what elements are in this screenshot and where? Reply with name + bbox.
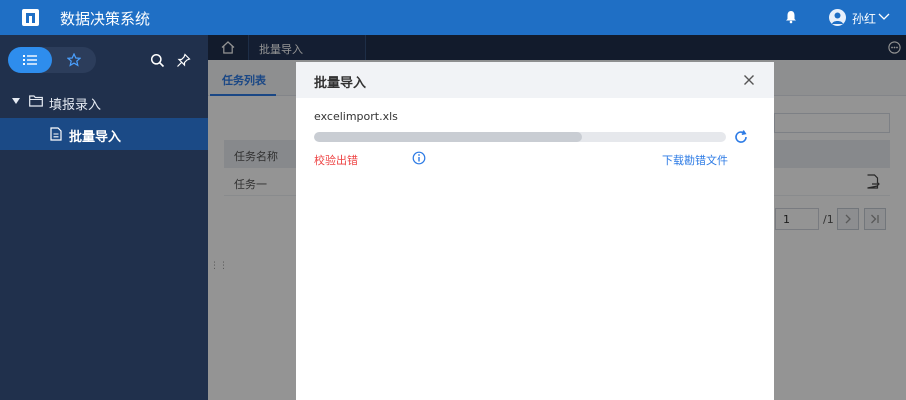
logo-icon — [22, 9, 39, 26]
file-name: excelimport.xls — [314, 110, 398, 123]
sidebar: 填报录入 批量导入 — [0, 35, 208, 400]
list-icon — [23, 55, 37, 65]
tree-item-label: 填报录入 — [49, 98, 102, 113]
user-avatar-icon[interactable] — [829, 9, 846, 26]
app-title: 数据决策系统 — [60, 10, 151, 28]
star-icon — [67, 53, 81, 67]
batch-import-dialog: 批量导入 excelimport.xls 校验出错 下载勘错文件 — [296, 62, 774, 400]
validation-error-status: 校验出错 — [314, 154, 358, 167]
pin-icon[interactable] — [176, 53, 191, 68]
bell-icon[interactable] — [784, 10, 798, 24]
top-header: 数据决策系统 孙红 — [0, 0, 906, 35]
dialog-title: 批量导入 — [314, 76, 367, 91]
chevron-down-icon[interactable] — [878, 12, 890, 22]
sidebar-view-toggle — [8, 47, 96, 73]
file-icon — [50, 127, 62, 141]
upload-progress-bar — [314, 132, 726, 142]
favorites-button[interactable] — [52, 47, 96, 73]
username[interactable]: 孙红 — [852, 10, 876, 27]
tree-item-fill-entry[interactable]: 填报录入 — [0, 91, 208, 113]
dialog-header: 批量导入 — [296, 62, 774, 98]
info-icon[interactable] — [412, 151, 426, 165]
close-icon[interactable] — [742, 73, 756, 87]
folder-icon — [29, 95, 43, 107]
download-error-file-link[interactable]: 下载勘错文件 — [662, 152, 728, 168]
menu-view-button[interactable] — [8, 47, 52, 73]
tree-item-batch-import[interactable]: 批量导入 — [0, 118, 208, 150]
tree-item-label: 批量导入 — [69, 130, 122, 145]
progress-fill — [314, 132, 582, 142]
search-icon[interactable] — [150, 53, 165, 68]
refresh-icon[interactable] — [733, 129, 749, 145]
caret-down-icon[interactable] — [12, 98, 20, 104]
